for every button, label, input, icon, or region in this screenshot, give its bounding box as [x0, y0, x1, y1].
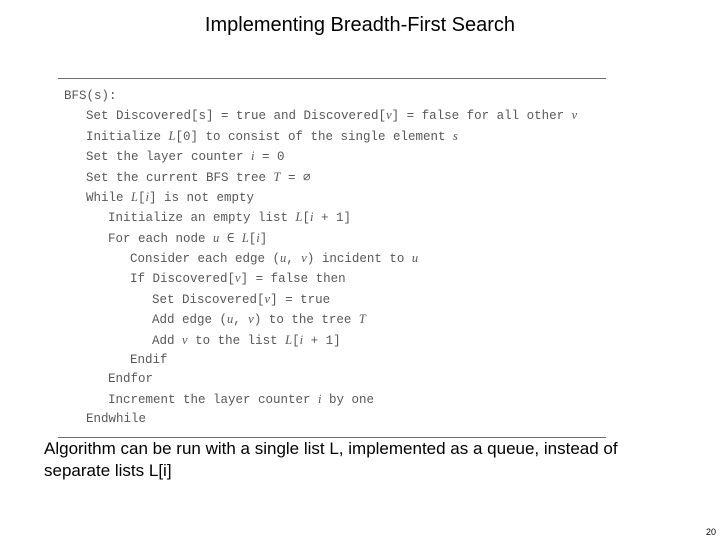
algo-line: Increment the layer counter i by one [58, 390, 606, 410]
algo-line: Set the current BFS tree T = ∅ [58, 168, 606, 188]
algo-line: BFS(s): [58, 87, 606, 106]
algorithm-block: BFS(s): Set Discovered[s] = true and Dis… [58, 78, 606, 438]
algo-line: Endwhile [58, 410, 606, 429]
algo-line: While L[i] is not empty [58, 188, 606, 208]
slide: Implementing Breadth-First Search BFS(s)… [0, 0, 720, 540]
algo-line: Set the layer counter i = 0 [58, 147, 606, 167]
algo-line: Add v to the list L[i + 1] [58, 331, 606, 351]
algo-line: Initialize L[0] to consist of the single… [58, 127, 606, 147]
algo-line: Consider each edge (u, v) incident to u [58, 249, 606, 269]
algo-line: If Discovered[v] = false then [58, 269, 606, 289]
algo-line: Set Discovered[s] = true and Discovered[… [58, 106, 606, 126]
algo-line: For each node u ∈ L[i] [58, 229, 606, 249]
algo-line: Endfor [58, 370, 606, 389]
algo-line: Set Discovered[v] = true [58, 290, 606, 310]
algo-line: Initialize an empty list L[i + 1] [58, 208, 606, 228]
algo-line: Endif [58, 351, 606, 370]
caption-text: Algorithm can be run with a single list … [44, 438, 684, 483]
slide-title: Implementing Breadth-First Search [0, 14, 720, 37]
algo-line: Add edge (u, v) to the tree T [58, 310, 606, 330]
page-number: 20 [706, 527, 716, 537]
